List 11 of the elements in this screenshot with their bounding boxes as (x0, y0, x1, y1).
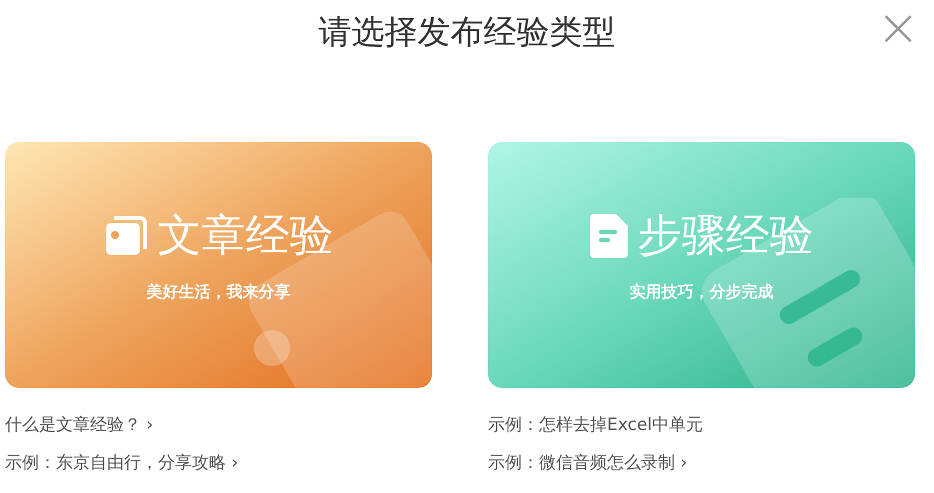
dialog-title: 请选择发布经验类型 (318, 12, 616, 52)
card-title: 步骤经验 (638, 210, 814, 262)
example-link[interactable]: 什么是文章经验？ › (5, 412, 154, 438)
example-link[interactable]: 示例：东京自由行，分享攻略 › (5, 450, 238, 476)
example-link[interactable]: 示例：怎样去掉Excel中单元 (488, 412, 704, 438)
photo-card-icon (104, 215, 148, 257)
card-title: 文章经验 (158, 210, 334, 262)
document-icon (590, 214, 628, 258)
card-subtitle: 美好生活，我来分享 (146, 281, 290, 303)
example-link[interactable]: 示例：微信音频怎么录制 › (488, 450, 688, 476)
card-subtitle: 实用技巧，分步完成 (630, 281, 774, 303)
